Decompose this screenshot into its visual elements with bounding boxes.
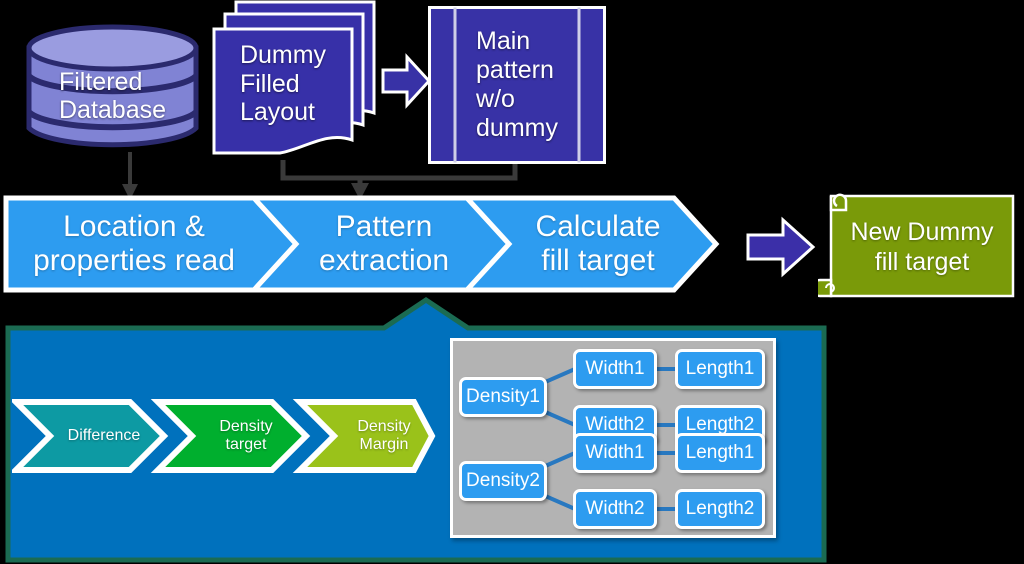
main-pattern-box: Main pattern w/o dummy (428, 6, 606, 164)
dummy-filled-layout-stack: Dummy Filled Layout (198, 0, 378, 165)
diagram-canvas: Filtered Database Dummy Filled Layout Ma… (0, 0, 1024, 564)
length-label: Length1 (685, 358, 755, 379)
tree-node-width-g1-b1[interactable]: Width1 (573, 349, 657, 389)
bchev1-line1: Difference (67, 426, 141, 444)
width-label: Width1 (585, 442, 645, 463)
tree-node-width-g2-b1[interactable]: Width1 (573, 433, 657, 473)
chevron-difference-label: Difference (52, 404, 156, 468)
doc-line3: Layout (239, 98, 315, 127)
result-line2: fill target (874, 248, 970, 276)
filtered-database-shape: Filtered Database (25, 22, 200, 154)
db-line1: Filtered (58, 68, 143, 96)
bchev2-line2: target (225, 436, 267, 453)
stack-to-mainpattern-arrow (380, 52, 432, 110)
step3-line2: fill target (541, 244, 655, 277)
density-tree-panel: Density1 Density2 Width1 Width2 Width1 W… (450, 338, 776, 538)
new-dummy-fill-target-scroll: New Dummy fill target (818, 192, 1016, 302)
step2-line2: extraction (318, 244, 450, 277)
density-chevron-row: Difference Density target Density Margin (12, 398, 436, 474)
tree-node-length-g1-b1[interactable]: Length1 (675, 349, 765, 389)
tree-node-length-g2-b2[interactable]: Length2 (675, 489, 765, 529)
mainpattern-line3: w/o (476, 85, 515, 113)
mainpattern-line1: Main (476, 27, 531, 55)
bchev3-line2: Margin (359, 436, 409, 453)
chevron-density-target-label: Density target (194, 404, 298, 468)
result-arrow (745, 216, 817, 278)
tree-node-density2[interactable]: Density2 (459, 461, 547, 501)
length-label: Length2 (685, 498, 755, 519)
tree-node-density1[interactable]: Density1 (459, 377, 547, 417)
chevron-pattern-label: Pattern extraction (284, 200, 484, 288)
tree-node-length-g2-b1[interactable]: Length1 (675, 433, 765, 473)
dummy-filled-layout-label: Dummy Filled Layout (214, 29, 352, 139)
step1-line1: Location & (63, 210, 205, 244)
result-line1: New Dummy (850, 218, 994, 246)
step2-line1: Pattern (335, 210, 433, 244)
mainpattern-line4: dummy (476, 114, 558, 142)
density2-label: Density2 (466, 470, 540, 491)
chevron-location-label: Location & properties read (8, 200, 260, 288)
step3-line1: Calculate (535, 210, 661, 244)
bchev3-line1: Density (357, 417, 411, 435)
main-pattern-label: Main pattern w/o dummy (428, 6, 606, 164)
density1-label: Density1 (466, 386, 540, 407)
step1-line2: properties read (33, 244, 235, 277)
mainpattern-line2: pattern (476, 56, 554, 84)
tree-node-width-g2-b2[interactable]: Width2 (573, 489, 657, 529)
length-label: Length1 (685, 442, 755, 463)
new-dummy-fill-target-label: New Dummy fill target (831, 192, 1013, 302)
doc-line1: Dummy (239, 40, 327, 69)
doc-line2: Filled (239, 69, 300, 98)
bchev2-line1: Density (219, 417, 273, 435)
width-label: Width2 (585, 498, 645, 519)
width-label: Width1 (585, 358, 645, 379)
chevron-density-margin-label: Density Margin (336, 404, 432, 468)
db-line2: Database (58, 96, 167, 124)
filtered-database-label: Filtered Database (25, 30, 200, 162)
process-chevron-band: Location & properties read Pattern extra… (2, 194, 724, 294)
chevron-calculate-label: Calculate fill target (500, 200, 696, 288)
